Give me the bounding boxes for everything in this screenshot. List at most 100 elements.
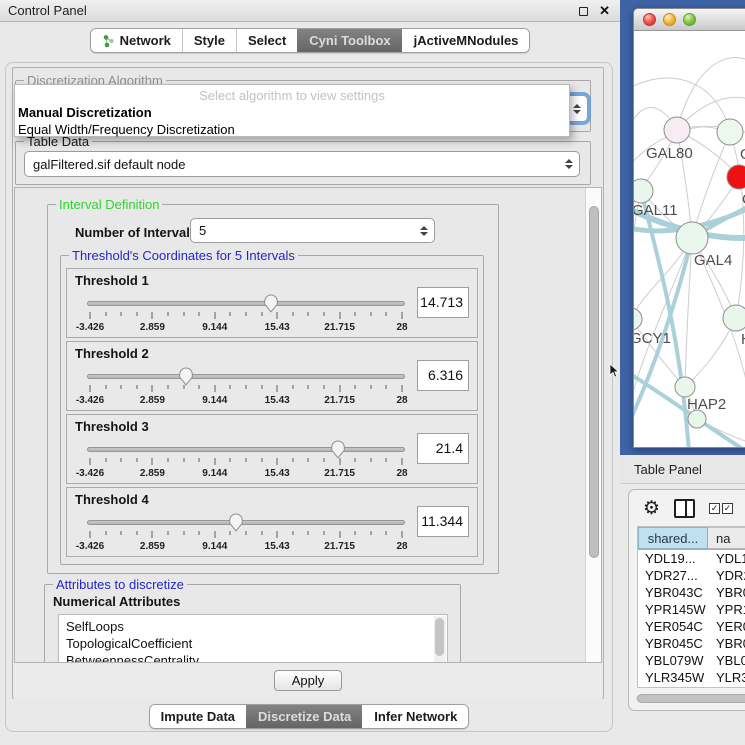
network-node-ga[interactable] [717, 119, 743, 145]
cell-name: YDR27 [708, 567, 745, 584]
numerical-attributes-list[interactable]: SelfLoopsTopologicalCoefficientBetweenne… [58, 614, 448, 663]
column-header-shared-name[interactable]: shared... [638, 527, 708, 549]
attributes-group: Attributes to discretize Numerical Attri… [44, 584, 461, 663]
threshold-label: Threshold 1 [75, 273, 149, 288]
table-row[interactable]: YBL079WYBL07 [638, 652, 745, 669]
apply-button[interactable]: Apply [274, 670, 343, 691]
network-node-hap2[interactable] [675, 377, 695, 397]
attribute-item-selfloops[interactable]: SelfLoops [59, 615, 447, 635]
table-panel-toolbar: ⚙ ✓ ✓ [629, 490, 745, 526]
table-row[interactable]: YBR045CYBR04 [638, 635, 745, 652]
table-data-combobox[interactable]: galFiltered.sif default node [24, 151, 580, 177]
scrollbar-thumb[interactable] [589, 206, 599, 558]
table-row[interactable]: YPR145WYPR14 [638, 601, 745, 618]
table-row[interactable]: YDR27...YDR27 [638, 567, 745, 584]
interval-definition-group: Interval Definition Number of Intervals … [47, 204, 499, 574]
close-icon[interactable]: ✕ [599, 0, 610, 22]
cell-shared-name: YER054C [638, 618, 708, 635]
threshold-slider[interactable]: -3.4262.8599.14415.4321.71528 [87, 512, 405, 556]
network-node[interactable] [688, 410, 706, 428]
columns-icon[interactable] [674, 499, 695, 518]
threshold-slider[interactable]: -3.4262.8599.14415.4321.71528 [87, 366, 405, 410]
threshold-panel: Threshold 2 -3.4262.8599.14415.4321.7152… [66, 341, 478, 411]
control-panel-titlebar: Control Panel ✕ [0, 0, 620, 22]
tab-label: Infer Network [374, 709, 457, 724]
number-of-intervals-combobox[interactable]: 5 [190, 218, 435, 243]
thresholds-group-title: Threshold's Coordinates for 5 Intervals [69, 248, 298, 263]
network-node-gal4[interactable] [676, 222, 708, 254]
table-row[interactable]: YBR043CYBR04 [638, 584, 745, 601]
threshold-value-field[interactable]: 6.316 [417, 360, 469, 391]
numerical-attributes-label: Numerical Attributes [53, 594, 180, 609]
combo-stepper-icon [565, 159, 573, 169]
apply-row: Apply [14, 663, 602, 699]
float-window-icon[interactable] [579, 7, 588, 16]
scrollbar-thumb[interactable] [637, 694, 745, 703]
cell-shared-name: YBR043C [638, 584, 708, 601]
checkbox-icon: ✓ [722, 503, 733, 514]
settings-vertical-scrollbar[interactable] [585, 188, 601, 662]
dropdown-option-equal-width-frequency[interactable]: Equal Width/Frequency Discretization [15, 121, 569, 138]
top-tab-bar: Network Style SelectCyni ToolboxjActiveMNo… [90, 28, 531, 53]
threshold-panel: Threshold 3 -3.4262.8599.14415.4321.7152… [66, 414, 478, 484]
table-horizontal-scrollbar[interactable] [636, 694, 745, 703]
network-node-c[interactable] [727, 165, 745, 189]
checkbox-icon: ✓ [709, 503, 720, 514]
network-node-gcy1[interactable] [634, 308, 642, 330]
slider-tick-labels: -3.4262.8599.14415.4321.71528 [90, 541, 402, 552]
network-canvas[interactable]: GAL80GACGAL11GAL4GCY1HIHAP2 [634, 31, 745, 447]
attribute-item-topologicalcoefficient[interactable]: TopologicalCoefficient [59, 635, 447, 652]
select-columns-icon[interactable]: ✓ ✓ [709, 503, 733, 514]
tab-select[interactable]: Select [236, 29, 297, 52]
table-row[interactable]: YDL19...YDL19 [638, 550, 745, 567]
tab-jactivemnodules[interactable]: jActiveMNodules [402, 29, 530, 52]
network-node-hi[interactable] [723, 305, 745, 331]
slider-track[interactable] [87, 374, 405, 379]
tab-style[interactable]: Style [182, 29, 236, 52]
table-panel: ⚙ ✓ ✓ shared... na YDL19...YDL19YDR27...… [628, 489, 745, 711]
threshold-value-field[interactable]: 14.713 [417, 287, 469, 318]
slider-track[interactable] [87, 447, 405, 452]
slider-tick-labels: -3.4262.8599.14415.4321.71528 [90, 395, 402, 406]
tab-label: Discretize Data [258, 709, 351, 724]
list-scrollbar[interactable] [434, 616, 446, 663]
threshold-panel: Threshold 1 -3.4262.8599.14415.4321.7152… [66, 268, 478, 338]
table-body: YDL19...YDL19YDR27...YDR27YBR043CYBR04YP… [638, 550, 745, 688]
cell-name: YBL07 [708, 652, 745, 669]
table-header-row: shared... na [638, 527, 745, 550]
slider-track[interactable] [87, 520, 405, 525]
minimize-traffic-light-icon[interactable] [663, 13, 676, 26]
table-row[interactable]: YLR345WYLR34 [638, 669, 745, 686]
threshold-value-field[interactable]: 21.4 [417, 433, 469, 464]
threshold-panel: Threshold 4 -3.4262.8599.14415.4321.7152… [66, 487, 478, 557]
bottom-tab-discretize-data[interactable]: Discretize Data [246, 705, 362, 728]
dropdown-option-manual-discretization[interactable]: Manual Discretization [15, 104, 569, 121]
cell-shared-name: YBR045C [638, 635, 708, 652]
tab-label: Style [194, 33, 225, 48]
table-row[interactable]: YER054CYER05 [638, 618, 745, 635]
gear-icon[interactable]: ⚙ [643, 499, 660, 518]
bottom-tab-infer-network[interactable]: Infer Network [362, 705, 468, 728]
threshold-label: Threshold 3 [75, 419, 149, 434]
attribute-item-betweennesscentrality[interactable]: BetweennessCentrality [59, 652, 447, 663]
threshold-label: Threshold 4 [75, 492, 149, 507]
network-node-gal80[interactable] [664, 117, 690, 143]
node-label: HI [741, 331, 745, 348]
cell-name: YBR04 [708, 635, 745, 652]
close-traffic-light-icon[interactable] [643, 13, 656, 26]
tab-network[interactable]: Network [91, 29, 182, 52]
zoom-traffic-light-icon[interactable] [683, 13, 696, 26]
algorithm-dropdown-popup: Select algorithm to view settings Manual… [14, 84, 570, 137]
network-node-gal11[interactable] [634, 179, 653, 203]
node-label: GCY1 [634, 330, 671, 347]
table-row[interactable]: YIL052CYIL05 [638, 686, 745, 688]
right-region: GAL80GACGAL11GAL4GCY1HIHAP2 Table Panel … [620, 0, 745, 745]
slider-track[interactable] [87, 301, 405, 306]
threshold-value-field[interactable]: 11.344 [417, 506, 469, 537]
column-header-name[interactable]: na [708, 527, 745, 549]
tab-cyni-toolbox[interactable]: Cyni Toolbox [297, 29, 401, 52]
cell-name: YLR34 [708, 669, 745, 686]
threshold-slider[interactable]: -3.4262.8599.14415.4321.71528 [87, 439, 405, 483]
bottom-tab-impute-data[interactable]: Impute Data [150, 705, 246, 728]
threshold-slider[interactable]: -3.4262.8599.14415.4321.71528 [87, 293, 405, 337]
